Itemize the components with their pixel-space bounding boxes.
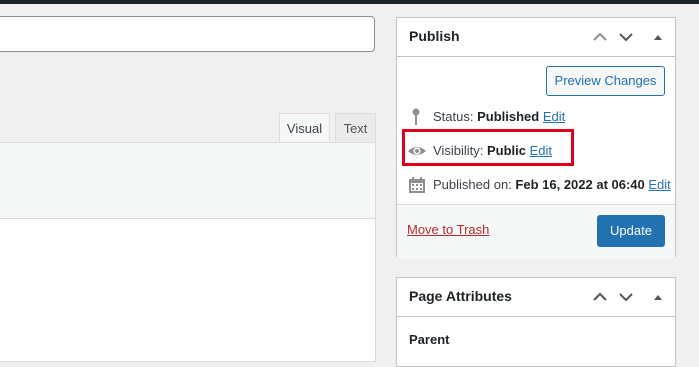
tab-visual[interactable]: Visual: [279, 113, 330, 143]
move-down-icon[interactable]: [615, 286, 637, 308]
preview-changes-button[interactable]: Preview Changes: [546, 66, 665, 96]
move-up-icon[interactable]: [589, 286, 611, 308]
parent-label: Parent: [409, 332, 450, 347]
publish-box-header: Publish: [397, 18, 675, 57]
calendar-icon: [407, 175, 427, 195]
move-down-icon[interactable]: [615, 26, 637, 48]
status-value: Published: [477, 109, 540, 124]
status-label: Status:: [433, 109, 474, 124]
tab-text[interactable]: Text: [335, 113, 376, 143]
content-editor[interactable]: [0, 142, 376, 362]
page-attributes-title: Page Attributes: [409, 288, 512, 304]
edit-date-link[interactable]: Edit: [648, 177, 670, 192]
editor-toolbar: [0, 143, 375, 219]
publish-box: Publish Preview Changes Status: Publishe…: [396, 17, 676, 258]
move-to-trash-link[interactable]: Move to Trash: [407, 222, 489, 237]
editor-tabs: Visual Text: [0, 113, 376, 143]
page-attributes-box: Page Attributes Parent: [396, 277, 676, 367]
eye-icon: [407, 141, 427, 161]
publish-date-label: Published on:: [433, 177, 512, 192]
update-button[interactable]: Update: [597, 215, 665, 247]
move-up-icon[interactable]: [589, 26, 611, 48]
publish-box-title: Publish: [409, 28, 460, 44]
window-top-edge: [0, 0, 699, 4]
toggle-panel-icon[interactable]: [647, 26, 669, 48]
page-attributes-header: Page Attributes: [397, 278, 675, 317]
visibility-value: Public: [486, 143, 526, 158]
post-title-input[interactable]: [0, 16, 375, 52]
toggle-panel-icon[interactable]: [647, 286, 669, 308]
edit-status-link[interactable]: Edit: [543, 109, 565, 124]
visibility-label: Visibility:: [433, 143, 484, 158]
pin-icon: [407, 107, 427, 127]
publish-date-value: Feb 16, 2022 at 06:40: [515, 177, 645, 192]
edit-visibility-link[interactable]: Edit: [530, 143, 552, 158]
major-publishing-actions: Move to Trash Update: [397, 204, 675, 258]
